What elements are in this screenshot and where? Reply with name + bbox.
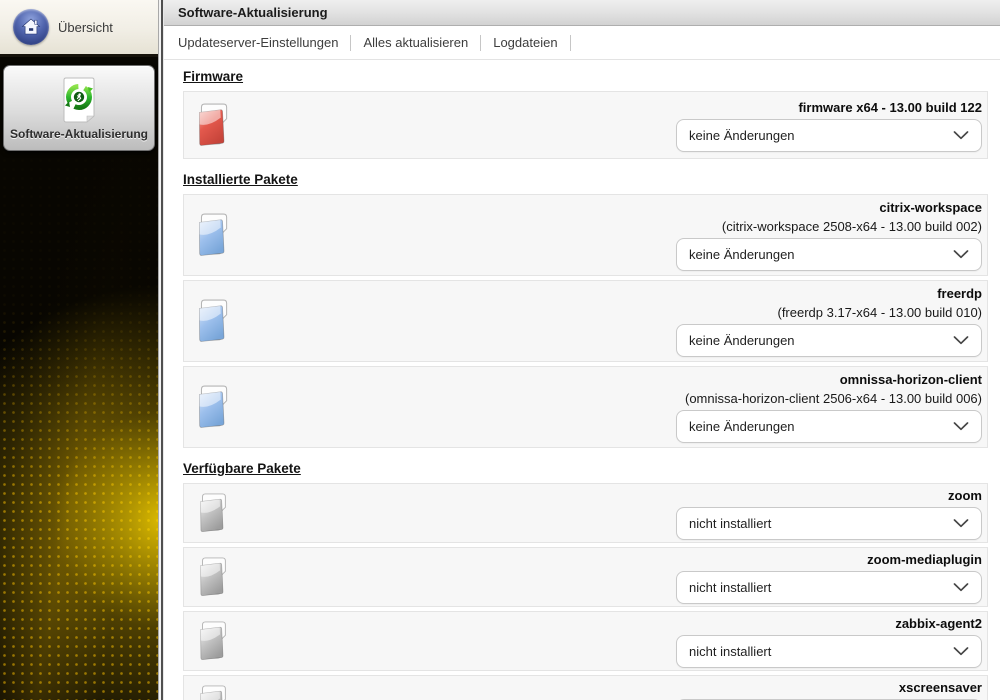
toolbar-item-update-all[interactable]: Alles aktualisieren bbox=[351, 35, 480, 50]
package-action-dropdown[interactable]: nicht installiert bbox=[676, 634, 982, 668]
toolbar-separator bbox=[569, 34, 571, 51]
package-row: freerdp (freerdp 3.17-x64 - 13.00 build … bbox=[183, 280, 988, 362]
chevron-down-icon bbox=[953, 336, 969, 345]
section-heading: Firmware bbox=[183, 69, 244, 84]
section-heading: Verfügbare Pakete bbox=[183, 461, 301, 476]
package-action-dropdown[interactable]: keine Änderungen bbox=[676, 118, 982, 152]
package-section: Verfügbare Pakete zoom nicht installiert bbox=[183, 452, 988, 700]
home-icon[interactable] bbox=[13, 9, 49, 45]
chevron-down-icon bbox=[953, 518, 969, 527]
package-section: Firmware firmware x64 - 13.00 build 122 … bbox=[183, 64, 988, 159]
software-update-icon bbox=[63, 77, 95, 123]
package-action-value: nicht installiert bbox=[689, 643, 772, 659]
package-row: zoom nicht installiert bbox=[183, 483, 988, 543]
gray-folder-icon bbox=[200, 557, 226, 596]
main-panel: Software-Aktualisierung Updateserver-Ein… bbox=[164, 0, 1000, 700]
package-name: freerdp bbox=[937, 286, 982, 301]
package-name: xscreensaver bbox=[898, 679, 982, 695]
gray-folder-icon bbox=[200, 621, 226, 660]
content: Firmware firmware x64 - 13.00 build 122 … bbox=[164, 60, 1000, 700]
red-folder-icon bbox=[199, 103, 228, 146]
chevron-down-icon bbox=[953, 250, 969, 259]
package-action-dropdown[interactable]: nicht installiert bbox=[676, 506, 982, 540]
package-action-value: keine Änderungen bbox=[689, 247, 795, 262]
package-version: (citrix-workspace 2508-x64 - 13.00 build… bbox=[721, 219, 982, 234]
package-action-dropdown[interactable]: keine Änderungen bbox=[676, 410, 982, 443]
package-row: citrix-workspace (citrix-workspace 2508-… bbox=[183, 194, 988, 276]
sidebar-item-software-update[interactable]: Software-Aktualisierung bbox=[3, 65, 155, 151]
package-name: citrix-workspace bbox=[879, 200, 982, 215]
package-action-value: keine Änderungen bbox=[689, 333, 795, 348]
gray-folder-icon bbox=[200, 685, 226, 700]
sidebar-overview-button[interactable]: Übersicht bbox=[0, 0, 158, 57]
toolbar: Updateserver-Einstellungen Alles aktuali… bbox=[164, 26, 1000, 60]
chevron-down-icon bbox=[953, 582, 969, 591]
chevron-down-icon bbox=[953, 130, 969, 139]
blue-folder-icon bbox=[199, 385, 228, 428]
package-action-dropdown[interactable]: keine Änderungen bbox=[676, 324, 982, 357]
software-update-window: Übersicht Software-Aktualisierung Softwa… bbox=[0, 0, 1000, 700]
sidebar-item-label: Software-Aktualisierung bbox=[9, 126, 149, 141]
package-action-dropdown[interactable]: nicht installiert bbox=[676, 570, 982, 604]
toolbar-item-updateserver-settings[interactable]: Updateserver-Einstellungen bbox=[178, 35, 350, 50]
main-header: Software-Aktualisierung bbox=[164, 0, 1000, 26]
package-row: xscreensaver nicht installiert bbox=[183, 675, 988, 700]
sidebar: Übersicht Software-Aktualisierung bbox=[0, 0, 158, 700]
package-version: (freerdp 3.17-x64 - 13.00 build 010) bbox=[777, 305, 982, 320]
package-version: (omnissa-horizon-client 2506-x64 - 13.00… bbox=[685, 391, 982, 406]
chevron-down-icon bbox=[953, 422, 969, 431]
package-name: omnissa-horizon-client bbox=[839, 372, 982, 387]
package-row: omnissa-horizon-client (omnissa-horizon-… bbox=[183, 366, 988, 448]
package-action-value: nicht installiert bbox=[689, 515, 772, 531]
gray-folder-icon bbox=[200, 493, 226, 532]
package-name: zoom bbox=[948, 487, 982, 503]
package-action-value: nicht installiert bbox=[689, 579, 772, 595]
package-action-value: keine Änderungen bbox=[689, 127, 795, 143]
package-section: Installierte Pakete citrix-workspace (ci… bbox=[183, 163, 988, 448]
package-name: zabbix-agent2 bbox=[895, 615, 982, 631]
package-row: zoom-mediaplugin nicht installiert bbox=[183, 547, 988, 607]
section-heading: Installierte Pakete bbox=[183, 172, 298, 187]
package-row: firmware x64 - 13.00 build 122 keine Änd… bbox=[183, 91, 988, 159]
chevron-down-icon bbox=[953, 646, 969, 655]
sidebar-overview-label: Übersicht bbox=[58, 19, 113, 35]
sidebar-background-pattern: Software-Aktualisierung bbox=[0, 57, 158, 700]
package-name: zoom-mediaplugin bbox=[867, 551, 982, 567]
package-action-value: keine Änderungen bbox=[689, 419, 795, 434]
blue-folder-icon bbox=[199, 299, 228, 342]
page-title: Software-Aktualisierung bbox=[178, 5, 328, 20]
toolbar-item-logfiles[interactable]: Logdateien bbox=[481, 35, 569, 50]
package-row: zabbix-agent2 nicht installiert bbox=[183, 611, 988, 671]
blue-folder-icon bbox=[199, 213, 228, 256]
home-icon-glyph bbox=[21, 18, 41, 35]
package-action-dropdown[interactable]: keine Änderungen bbox=[676, 238, 982, 271]
package-name: firmware x64 - 13.00 build 122 bbox=[798, 99, 982, 115]
